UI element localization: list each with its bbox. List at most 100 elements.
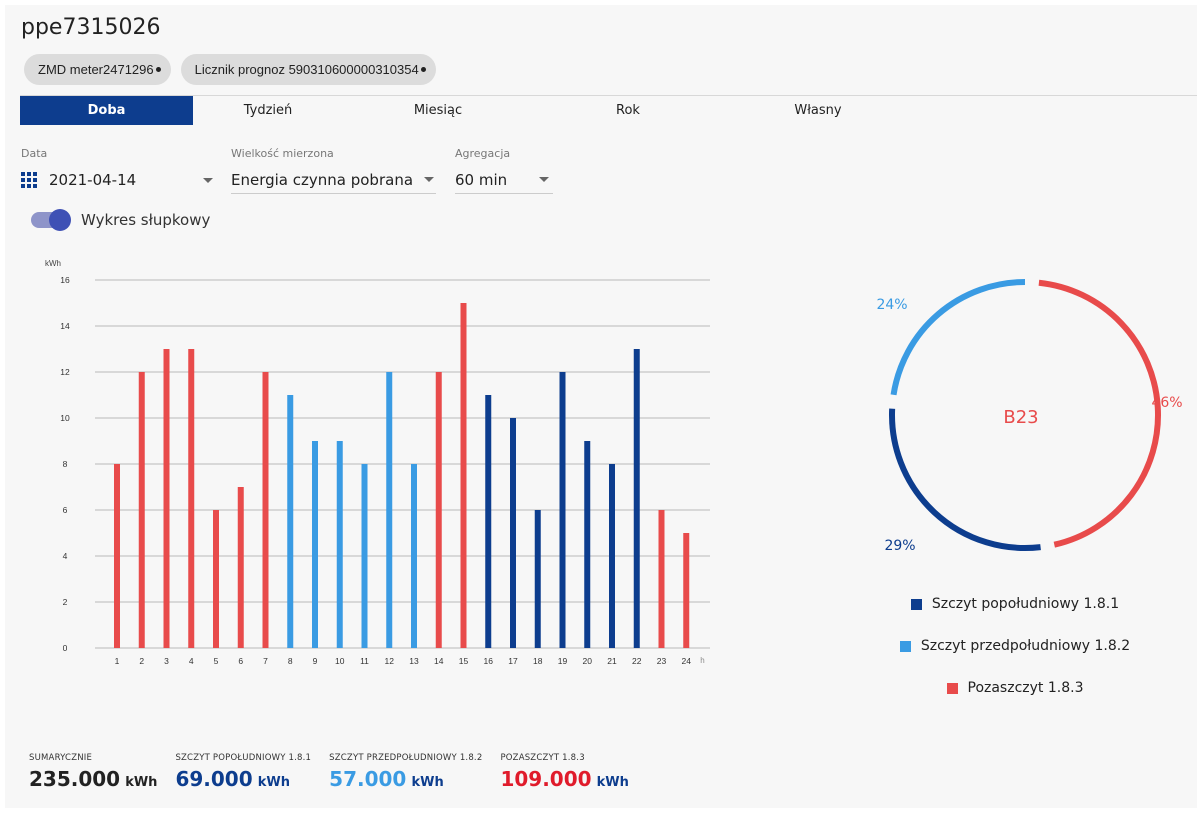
aggregation-select[interactable]: 60 min	[455, 170, 553, 194]
summary-value: 69.000	[175, 767, 253, 791]
legend-item-off-peak: Pozaszczyt 1.8.3	[865, 677, 1165, 699]
period-tabs: Doba Tydzień Miesiąc Rok Własny	[20, 95, 1197, 125]
bar-chart-toggle[interactable]: Wykres słupkowy	[31, 209, 211, 231]
x-tick-label: 12	[385, 656, 395, 666]
chip-label: ZMD meter2471296	[38, 62, 154, 77]
meter-chip-zmd[interactable]: ZMD meter2471296	[24, 54, 171, 85]
summary-unit: kWh	[257, 775, 290, 790]
legend-label: Szczyt popołudniowy 1.8.1	[931, 596, 1120, 612]
bar-hour-16	[485, 395, 492, 648]
x-tick-label: 5	[214, 656, 219, 666]
zone-donut-chart: B23 24% 46% 29%	[876, 279, 1183, 554]
bar-hour-18	[534, 510, 541, 648]
bar-hour-2	[138, 372, 145, 648]
bar-hour-24	[683, 533, 690, 648]
y-tick-label: 2	[63, 597, 68, 607]
summary-total: SUMARYCZNIE 235.000 kWh	[29, 753, 157, 791]
x-tick-label: 7	[263, 656, 268, 666]
summary-value: 109.000	[500, 767, 592, 791]
tab-tydzien[interactable]: Tydzień	[193, 96, 343, 125]
bar-hour-1	[114, 464, 120, 648]
x-tick-label: 9	[313, 656, 318, 666]
donut-pct-afternoon-peak: 29%	[884, 538, 915, 554]
summary-bar: SUMARYCZNIE 235.000 kWh SZCZYT POPOŁUDNI…	[29, 753, 629, 791]
bar-hour-7	[262, 372, 269, 648]
donut-pct-off-peak: 46%	[1151, 395, 1182, 411]
dot-icon	[155, 67, 161, 72]
y-tick-label: 0	[63, 643, 68, 653]
summary-off-peak: POZASZCZYT 1.8.3 109.000 kWh	[500, 753, 628, 791]
bar-hour-17	[510, 418, 516, 648]
legend-item-morning-peak: Szczyt przedpołudniowy 1.8.2	[865, 635, 1165, 657]
x-tick-label: 16	[484, 656, 494, 666]
chevron-down-icon	[539, 177, 549, 182]
x-tick-label: 4	[189, 656, 194, 666]
x-tick-label: 17	[508, 656, 518, 666]
chip-label: Licznik prognoz 590310600000310354	[194, 62, 419, 77]
x-tick-label: 3	[164, 656, 169, 666]
bar-hour-12	[386, 372, 393, 648]
summary-unit: kWh	[125, 775, 158, 790]
donut-slice-off-peak	[1038, 279, 1161, 548]
bar-hour-20	[584, 441, 591, 648]
toggle-track	[31, 209, 71, 231]
hourly-bar-chart: kWh02468101214161 2 3 4 5 6 7 8 9 10 11 12 13 14 15 16 1…	[45, 259, 710, 666]
summary-afternoon-peak: SZCZYT POPOŁUDNIOWY 1.8.1 69.000 kWh	[175, 753, 311, 791]
summary-label: SZCZYT PRZEDPOŁUDNIOWY 1.8.2	[329, 753, 483, 763]
y-tick-label: 4	[63, 551, 68, 561]
y-tick-label: 14	[60, 321, 70, 331]
tab-doba[interactable]: Doba	[20, 96, 193, 125]
page: ppe7315026 ZMD meter2471296 Licznik prog…	[5, 5, 1197, 808]
donut-slice-afternoon-peak	[889, 408, 1041, 551]
summary-value: 235.000	[29, 767, 121, 791]
summary-value: 57.000	[329, 767, 407, 791]
legend-label: Szczyt przedpołudniowy 1.8.2	[920, 638, 1131, 654]
bar-hour-19	[559, 372, 566, 648]
bar-hour-21	[609, 464, 615, 648]
x-tick-label: 18	[533, 656, 543, 666]
dot-icon	[420, 67, 426, 72]
quantity-field: Wielkość mierzona Energia czynna pobrana	[231, 147, 436, 194]
meter-chip-forecast[interactable]: Licznik prognoz 590310600000310354	[180, 54, 436, 85]
date-field: Data 2021-04-14	[21, 147, 213, 194]
quantity-label: Wielkość mierzona	[231, 147, 334, 160]
bar-hour-4	[188, 349, 195, 648]
donut-legend: Szczyt popołudniowy 1.8.1 Szczyt przedpo…	[865, 593, 1165, 719]
chevron-down-icon	[203, 177, 213, 183]
x-tick-label: 1	[115, 656, 120, 666]
y-axis-unit: kWh	[45, 259, 61, 268]
x-tick-label: 22	[632, 656, 642, 666]
x-tick-label: 8	[288, 656, 293, 666]
bar-hour-13	[411, 464, 417, 648]
summary-morning-peak: SZCZYT PRZEDPOŁUDNIOWY 1.8.2 57.000 kWh	[329, 753, 482, 791]
x-tick-label: 2	[139, 656, 144, 666]
bar-hour-5	[213, 510, 219, 648]
quantity-select[interactable]: Energia czynna pobrana	[231, 170, 436, 194]
aggregation-value: 60 min	[455, 170, 508, 189]
x-tick-label: 19	[558, 656, 568, 666]
donut-slice-morning-peak	[890, 279, 1026, 396]
x-tick-label: 11	[360, 656, 369, 666]
y-tick-label: 6	[63, 505, 68, 515]
y-tick-label: 12	[60, 367, 70, 377]
date-value: 2021-04-14	[49, 171, 137, 189]
bar-hour-11	[361, 464, 368, 648]
aggregation-field: Agregacja 60 min	[455, 147, 553, 194]
summary-unit: kWh	[411, 775, 444, 790]
date-select[interactable]: 2021-04-14	[21, 170, 213, 194]
x-tick-label: 20	[583, 656, 593, 666]
toggle-label: Wykres słupkowy	[81, 211, 211, 229]
bar-hour-15	[460, 303, 467, 648]
y-tick-label: 16	[60, 275, 70, 285]
chevron-down-icon	[424, 177, 434, 182]
summary-label: POZASZCZYT 1.8.3	[500, 753, 585, 763]
summary-label: SZCZYT POPOŁUDNIOWY 1.8.1	[175, 753, 312, 763]
tab-wlasny[interactable]: Własny	[723, 96, 913, 125]
tab-miesiac[interactable]: Miesiąc	[343, 96, 533, 125]
y-tick-label: 10	[60, 413, 70, 423]
legend-label: Pozaszczyt 1.8.3	[967, 680, 1084, 696]
donut-center-label: B23	[1003, 407, 1038, 428]
tab-rok[interactable]: Rok	[533, 96, 723, 125]
page-title: ppe7315026	[21, 15, 161, 40]
x-tick-label: 21	[607, 656, 617, 666]
